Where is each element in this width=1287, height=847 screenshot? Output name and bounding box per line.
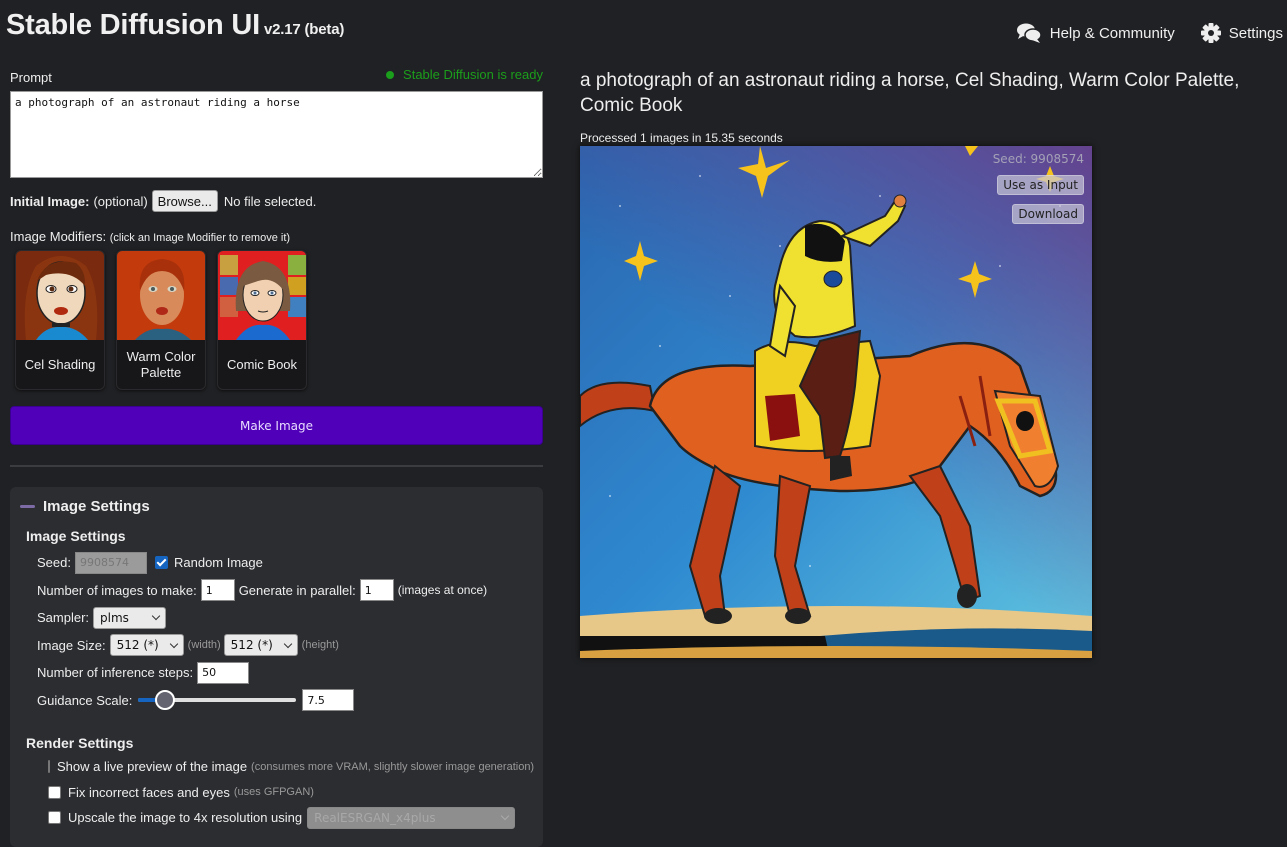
guidance-scale-slider[interactable] xyxy=(138,690,297,711)
modifier-thumbnail xyxy=(117,251,205,340)
chevron-down-icon xyxy=(500,812,510,821)
app-title-text: Stable Diffusion UI xyxy=(6,9,260,41)
modifier-card-comic-book[interactable]: Comic Book xyxy=(217,250,307,390)
chevron-down-icon xyxy=(151,612,161,621)
initial-image-optional: (optional) xyxy=(93,193,148,209)
height-hint: (height) xyxy=(301,639,339,652)
modifier-label: Cel Shading xyxy=(24,356,96,372)
modifier-thumbnail xyxy=(218,251,306,340)
browse-button[interactable]: Browse... xyxy=(151,190,218,212)
help-community-link[interactable]: Help & Community xyxy=(1016,22,1175,44)
image-modifiers-heading: Image Modifiers: (click an Image Modifie… xyxy=(10,229,543,244)
generated-image[interactable]: Seed: 9908574 Use as Input Download xyxy=(580,146,1092,658)
status-dot-icon xyxy=(386,70,395,79)
initial-image-label: Initial Image: xyxy=(10,193,90,209)
upscale-label: Upscale the image to 4x resolution using xyxy=(68,810,303,826)
result-prompt-title: a photograph of an astronaut riding a ho… xyxy=(580,70,1240,116)
settings-link[interactable]: Settings xyxy=(1200,22,1283,44)
live-preview-row: Show a live preview of the image (consum… xyxy=(46,754,535,780)
random-image-label: Random Image xyxy=(173,555,263,571)
image-actions: Seed: 9908574 Use as Input Download xyxy=(993,152,1084,224)
image-settings-panel-title: Image Settings xyxy=(43,498,150,515)
height-value: 512 (*) xyxy=(230,638,273,653)
top-nav: Help & Community Settings xyxy=(1016,22,1283,44)
width-value: 512 (*) xyxy=(116,638,159,653)
upscale-row: Upscale the image to 4x resolution using… xyxy=(46,805,533,831)
help-community-label: Help & Community xyxy=(1049,24,1175,42)
app-version: v2.17 (beta) xyxy=(264,21,345,38)
make-image-button[interactable]: Make Image xyxy=(10,406,543,445)
settings-label: Settings xyxy=(1228,24,1283,42)
modifier-card-warm-color-palette[interactable]: Warm Color Palette xyxy=(116,250,206,390)
slider-thumb[interactable] xyxy=(155,690,176,711)
inference-steps-label: Number of inference steps: xyxy=(37,665,194,681)
processing-summary: Processed 1 images in 15.35 seconds xyxy=(580,131,783,145)
sampler-select[interactable]: plms xyxy=(93,606,167,629)
collapse-icon xyxy=(20,505,35,508)
num-images-row: Number of images to make: Generate in pa… xyxy=(33,577,533,605)
parallel-hint: (images at once) xyxy=(397,583,488,598)
num-images-label: Number of images to make: xyxy=(37,582,197,598)
image-settings-panel: Image Settings Image Settings Seed: Rand… xyxy=(10,487,543,847)
editor-panel: Prompt Stable Diffusion is ready Initial… xyxy=(10,64,543,847)
live-preview-checkbox[interactable] xyxy=(48,760,50,774)
upscaler-select[interactable]: RealESRGAN_x4plus xyxy=(307,806,516,829)
width-select[interactable]: 512 (*) xyxy=(109,634,184,657)
chat-bubbles-icon xyxy=(1016,22,1042,44)
divider xyxy=(10,465,543,467)
fix-faces-label: Fix incorrect faces and eyes xyxy=(68,784,230,800)
gear-icon xyxy=(1200,23,1221,43)
server-status-text: Stable Diffusion is ready xyxy=(403,67,543,82)
fix-faces-hint: (uses GFPGAN) xyxy=(233,786,314,799)
use-as-input-button[interactable]: Use as Input xyxy=(997,175,1084,195)
fix-faces-checkbox[interactable] xyxy=(48,785,61,799)
guidance-scale-label: Guidance Scale: xyxy=(37,692,133,708)
download-button[interactable]: Download xyxy=(1012,204,1084,224)
modifier-thumbnail xyxy=(16,251,104,340)
seed-row: Seed: Random Image xyxy=(33,549,533,577)
image-modifiers-label: Image Modifiers: xyxy=(10,229,107,244)
parallel-label: Generate in parallel: xyxy=(238,582,356,598)
upscale-checkbox[interactable] xyxy=(48,811,61,825)
modifier-label: Comic Book xyxy=(226,356,298,372)
fix-faces-row: Fix incorrect faces and eyes (uses GFPGA… xyxy=(46,780,533,806)
height-select[interactable]: 512 (*) xyxy=(223,634,298,657)
render-settings-heading: Render Settings xyxy=(26,735,134,751)
upscaler-value: RealESRGAN_x4plus xyxy=(314,810,436,825)
parallel-input[interactable] xyxy=(359,579,394,602)
guidance-scale-row: Guidance Scale: xyxy=(33,687,533,715)
image-settings-toggle[interactable]: Image Settings xyxy=(20,498,533,515)
server-status: Stable Diffusion is ready xyxy=(386,67,543,86)
width-hint: (width) xyxy=(187,639,221,652)
live-preview-label: Show a live preview of the image xyxy=(57,759,248,775)
image-size-label: Image Size: xyxy=(37,637,106,653)
inference-steps-input[interactable] xyxy=(197,661,250,684)
sampler-label: Sampler: xyxy=(37,610,90,626)
modifier-list: Cel Shading Warm Color Palette Comic Boo… xyxy=(15,250,543,390)
random-image-checkbox[interactable] xyxy=(154,556,168,570)
file-status: No file selected. xyxy=(223,193,317,209)
sampler-row: Sampler: plms xyxy=(33,604,533,632)
chevron-down-icon xyxy=(169,639,178,648)
live-preview-hint: (consumes more VRAM, slightly slower ima… xyxy=(251,760,535,773)
seed-label: Seed: xyxy=(37,555,71,571)
modifier-label: Warm Color Palette xyxy=(126,348,196,380)
image-modifiers-hint: (click an Image Modifier to remove it) xyxy=(109,232,291,244)
inference-steps-row: Number of inference steps: xyxy=(33,659,533,687)
image-seed-label: Seed: 9908574 xyxy=(992,152,1084,166)
prompt-label: Prompt xyxy=(10,70,52,85)
image-settings-heading: Image Settings xyxy=(26,528,126,544)
chevron-down-icon xyxy=(283,639,292,648)
guidance-scale-input[interactable] xyxy=(302,689,355,712)
results-panel: a photograph of an astronaut riding a ho… xyxy=(580,68,1270,658)
seed-input[interactable] xyxy=(74,551,147,574)
initial-image-row: Initial Image: (optional) Browse... No f… xyxy=(10,190,543,212)
modifier-card-cel-shading[interactable]: Cel Shading xyxy=(15,250,105,390)
image-size-row: Image Size: 512 (*) (width) 512 (*) (hei… xyxy=(33,632,533,660)
prompt-input[interactable] xyxy=(10,91,543,178)
num-images-input[interactable] xyxy=(200,579,235,602)
sampler-value: plms xyxy=(100,610,129,625)
app-title: Stable Diffusion UI v2.17 (beta) xyxy=(6,9,344,42)
